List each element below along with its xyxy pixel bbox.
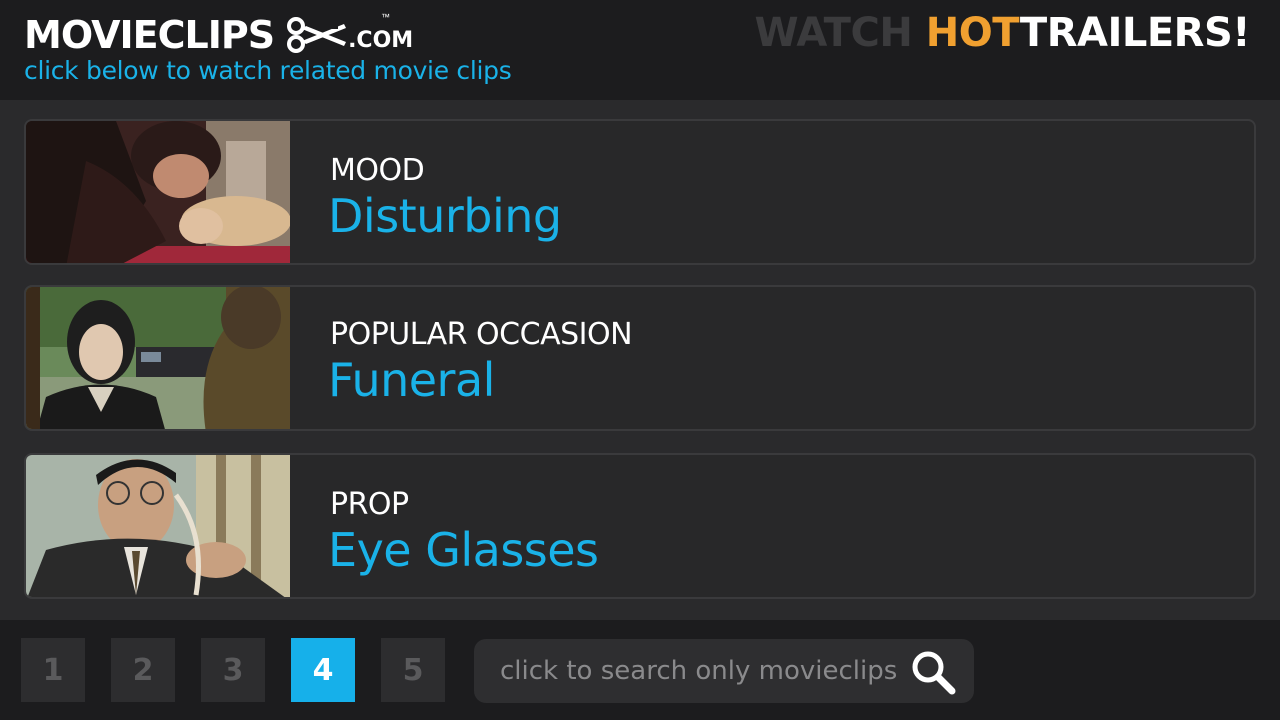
page-button-1[interactable]: 1 [21,638,85,702]
search-input[interactable] [500,656,900,686]
logo-domain: .COM [348,28,414,53]
card-category-label: PROP [330,487,409,522]
search-box[interactable] [474,639,974,703]
related-clip-card-popular-occasion[interactable]: POPULAR OCCASION Funeral [24,285,1256,431]
card-category-value: Disturbing [328,189,562,243]
page-button-4-active[interactable]: 4 [291,638,355,702]
movie-still-man-on-phone [26,455,290,597]
card-category-label: MOOD [330,153,425,188]
promo-trailers: TRAILERS! [1019,10,1251,56]
footer: 1 2 3 4 5 [0,620,1280,720]
scissors-icon [287,17,347,53]
card-category-value: Funeral [328,353,495,407]
related-clips-panel: MOOD Disturbing POPULAR OCCASION Funeral [0,100,1280,620]
page-button-2[interactable]: 2 [111,638,175,702]
header: MOVIECLIPS .COM ™ click below to watch r… [0,0,1280,100]
card-category-label: POPULAR OCCASION [330,317,633,352]
header-subtitle: click below to watch related movie clips [24,56,512,85]
card-category-value: Eye Glasses [328,523,599,577]
movie-still-funeral-scene [26,287,290,429]
related-clip-card-mood[interactable]: MOOD Disturbing [24,119,1256,265]
movieclips-logo[interactable]: MOVIECLIPS .COM [24,8,413,58]
related-clip-card-prop[interactable]: PROP Eye Glasses [24,453,1256,599]
promo-hot: HOT [925,10,1021,56]
logo-wordmark: MOVIECLIPS [24,13,275,57]
trademark-symbol: ™ [381,12,390,22]
page-button-5[interactable]: 5 [381,638,445,702]
page-button-3[interactable]: 3 [201,638,265,702]
search-icon[interactable] [908,647,958,697]
movie-still-bedroom-scene [26,121,290,263]
promo-watch: WATCH [754,10,926,56]
watch-hot-trailers-link[interactable]: WATCH HOTTRAILERS! [755,10,1251,56]
